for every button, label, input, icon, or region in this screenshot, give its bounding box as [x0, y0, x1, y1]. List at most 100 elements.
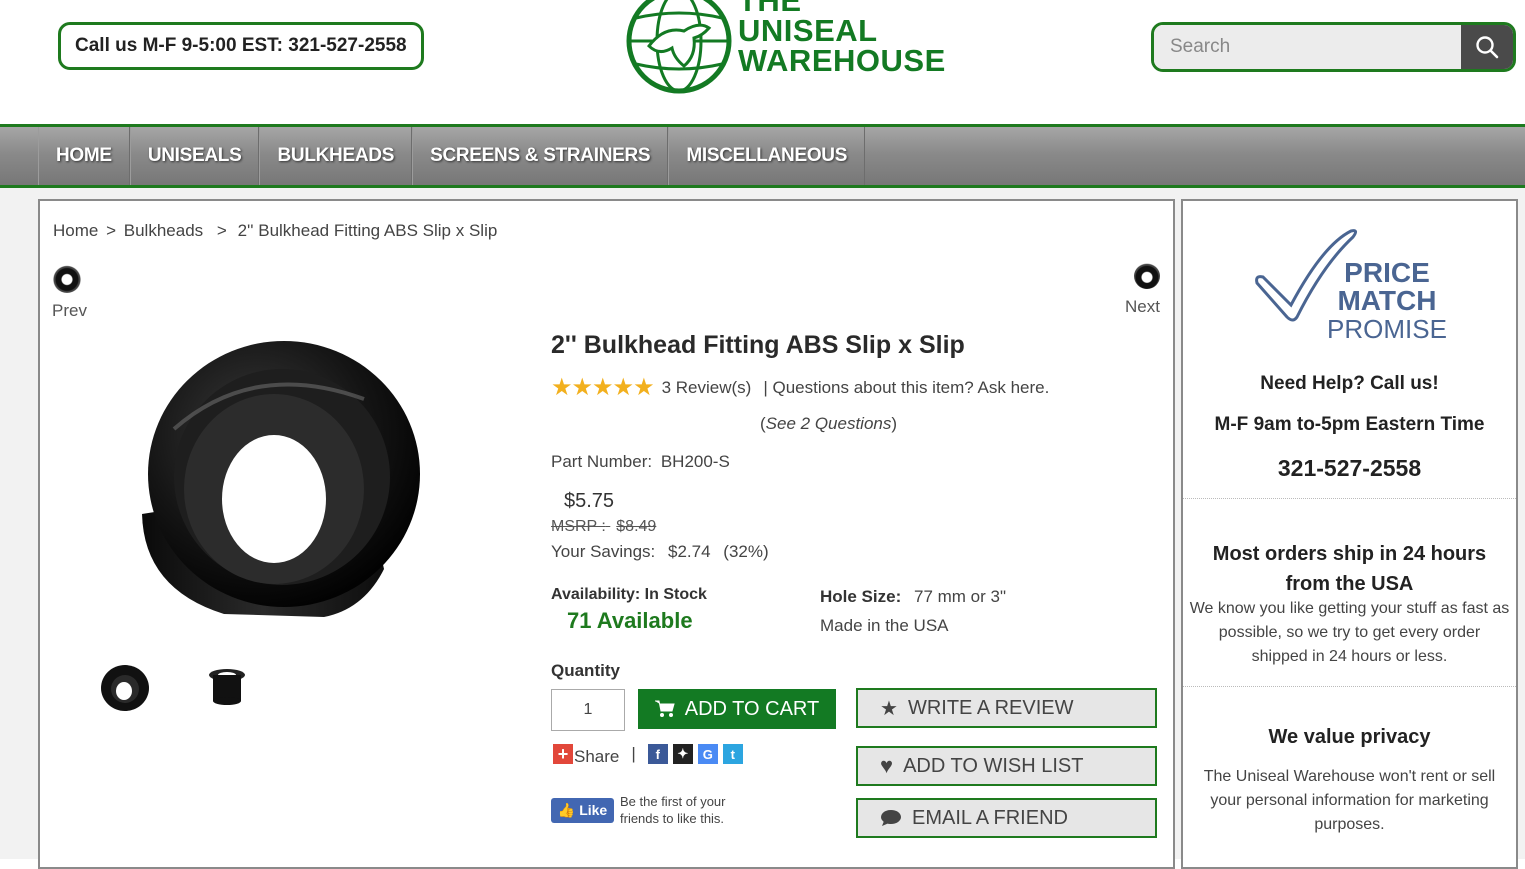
pm-line-2: MATCH — [1337, 285, 1437, 316]
msrp-label: MSRP : — [551, 518, 606, 535]
product-thumbnail-1[interactable] — [100, 663, 150, 713]
thumbs-up-icon: 👍 — [557, 801, 576, 818]
savings-percent: (32%) — [723, 542, 769, 561]
rating-row: ★★★★★ 3 Review(s) | Questions about this… — [551, 373, 1049, 402]
prev-product-link[interactable]: Prev — [52, 263, 87, 321]
ask-question-link[interactable]: | Questions about this item? Ask here. — [763, 378, 1049, 398]
shipping-heading-line-1: Most orders ship in 24 hours — [1212, 543, 1487, 565]
help-phone[interactable]: 321-527-2558 — [1183, 455, 1516, 482]
nav-item-uniseals[interactable]: UNISEALS — [129, 127, 260, 185]
write-review-label: WRITE A REVIEW — [907, 696, 1074, 719]
breadcrumb-bulkheads[interactable]: Bulkheads — [124, 221, 203, 240]
add-to-wishlist-button[interactable]: ♥ ADD TO WISH LIST — [856, 746, 1157, 786]
shipping-text: We know you like getting your stuff as f… — [1189, 600, 1510, 665]
next-product-thumb — [1134, 263, 1160, 289]
paren-close: ) — [891, 414, 898, 433]
help-heading: Need Help? Call us! — [1260, 373, 1439, 394]
savings: Your Savings: $2.74 (32%) — [551, 542, 769, 562]
share-row: + Share | f ✦ G t — [553, 741, 748, 767]
star-icon: ★ — [880, 697, 898, 720]
add-to-wishlist-label: ADD TO WISH LIST — [903, 754, 1084, 777]
cart-icon — [654, 700, 675, 717]
privacy-text: The Uniseal Warehouse won't rent or sell… — [1203, 768, 1496, 833]
availability-value: In Stock — [644, 586, 707, 603]
write-review-button[interactable]: ★ WRITE A REVIEW — [856, 688, 1157, 728]
hours-text: M-F 9am to-5pm Eastern Time — [1214, 414, 1485, 435]
savings-value: $2.74 — [668, 542, 711, 561]
hole-size-label: Hole Size: — [820, 587, 902, 606]
email-friend-label: EMAIL A FRIEND — [912, 806, 1068, 829]
shipping-heading: Most orders ship in 24 hours from the US… — [1183, 539, 1516, 599]
add-to-cart-label: ADD TO CART — [684, 697, 820, 720]
price-match-text: PRICE MATCH PROMISE — [1327, 257, 1447, 344]
google-icon[interactable]: G — [697, 744, 718, 764]
myspace-icon[interactable]: ✦ — [672, 744, 693, 764]
heart-icon: ♥ — [880, 753, 894, 778]
nav-item-screens-strainers[interactable]: SCREENS & STRAINERS — [412, 127, 669, 185]
main-nav: HOME UNISEALS BULKHEADS SCREENS & STRAIN… — [0, 124, 1525, 188]
add-share-icon[interactable]: + — [553, 744, 573, 764]
add-to-cart-button[interactable]: ADD TO CART — [638, 689, 836, 729]
hole-size-value: 77 mm or 3" — [913, 587, 1006, 606]
breadcrumb-current: 2'' Bulkhead Fitting ABS Slip x Slip — [237, 221, 498, 240]
hole-size: Hole Size: 77 mm or 3" — [820, 587, 1006, 607]
site-logo[interactable]: THE UNISEAL WAREHOUSE — [624, 0, 954, 96]
see-questions: (See 2 Questions) — [760, 414, 897, 434]
next-product-link[interactable]: Next — [1125, 263, 1160, 317]
quantity-input[interactable] — [551, 689, 625, 731]
part-number: Part Number: BH200-S — [551, 452, 730, 472]
like-prompt-line-1: Be the first of your — [620, 794, 726, 809]
star-rating-icon[interactable]: ★★★★★ — [551, 373, 655, 402]
facebook-like: 👍 Like Be the first of your friends to l… — [551, 793, 726, 827]
next-label: Next — [1125, 297, 1160, 316]
nav-item-home[interactable]: HOME — [38, 127, 130, 185]
search-icon — [1476, 36, 1499, 59]
pm-line-1: PRICE — [1344, 257, 1430, 288]
speech-bubble-icon — [881, 810, 901, 826]
shipping-heading-line-2: from the USA — [1285, 573, 1414, 595]
breadcrumb-home[interactable]: Home — [53, 221, 98, 240]
like-label: Like — [579, 802, 608, 818]
call-us-box: Call us M-F 9-5:00 EST: 321-527-2558 — [58, 22, 424, 70]
privacy-heading: We value privacy — [1268, 726, 1431, 748]
like-prompt: Be the first of your friends to like thi… — [620, 793, 726, 827]
nav-item-bulkheads[interactable]: BULKHEADS — [259, 127, 413, 185]
see-questions-link[interactable]: See 2 Questions — [766, 414, 892, 433]
facebook-like-button[interactable]: 👍 Like — [551, 797, 614, 823]
logo-line-2: UNISEAL — [738, 13, 878, 48]
reviews-link[interactable]: 3 Review(s) — [662, 378, 752, 398]
quantity-label: Quantity — [551, 661, 620, 680]
breadcrumb-separator: > — [216, 221, 227, 240]
part-number-value: BH200-S — [660, 452, 730, 471]
call-us-text: Call us M-F 9-5:00 EST: 321-527-2558 — [75, 35, 407, 56]
divider — [1183, 498, 1516, 499]
like-prompt-line-2: friends to like this. — [620, 811, 725, 826]
product-price: $5.75 — [564, 490, 615, 512]
prev-product-thumb — [52, 263, 82, 293]
nav-item-miscellaneous[interactable]: MISCELLANEOUS — [668, 127, 866, 185]
search-bar — [1151, 22, 1516, 72]
product-thumbnail-2[interactable] — [202, 663, 252, 713]
product-title: 2'' Bulkhead Fitting ABS Slip x Slip — [551, 331, 965, 359]
savings-label: Your Savings: — [551, 542, 656, 561]
site-header: Call us M-F 9-5:00 EST: 321-527-2558 THE… — [0, 0, 1525, 124]
logo-line-3: WAREHOUSE — [738, 43, 946, 78]
sidebar: PRICE MATCH PROMISE Need Help? Call us! … — [1181, 199, 1518, 869]
email-friend-button[interactable]: EMAIL A FRIEND — [856, 798, 1157, 838]
breadcrumb: Home > Bulkheads > 2'' Bulkhead Fitting … — [53, 221, 500, 241]
globe-kangaroo-icon — [626, 0, 732, 94]
share-label[interactable]: Share — [574, 747, 619, 767]
breadcrumb-separator: > — [106, 221, 117, 240]
pm-line-3: PROMISE — [1327, 314, 1447, 344]
product-image[interactable] — [134, 339, 424, 621]
search-button[interactable] — [1461, 25, 1513, 69]
share-separator: | — [631, 744, 636, 763]
part-number-label: Part Number: — [551, 452, 653, 471]
search-input[interactable] — [1154, 25, 1461, 69]
msrp-value: $8.49 — [616, 518, 657, 535]
twitter-icon[interactable]: t — [722, 744, 743, 764]
available-count: 71 Available — [567, 608, 693, 633]
divider — [1183, 686, 1516, 687]
price-match-logo: PRICE MATCH PROMISE — [1253, 225, 1453, 345]
facebook-icon[interactable]: f — [647, 744, 668, 764]
